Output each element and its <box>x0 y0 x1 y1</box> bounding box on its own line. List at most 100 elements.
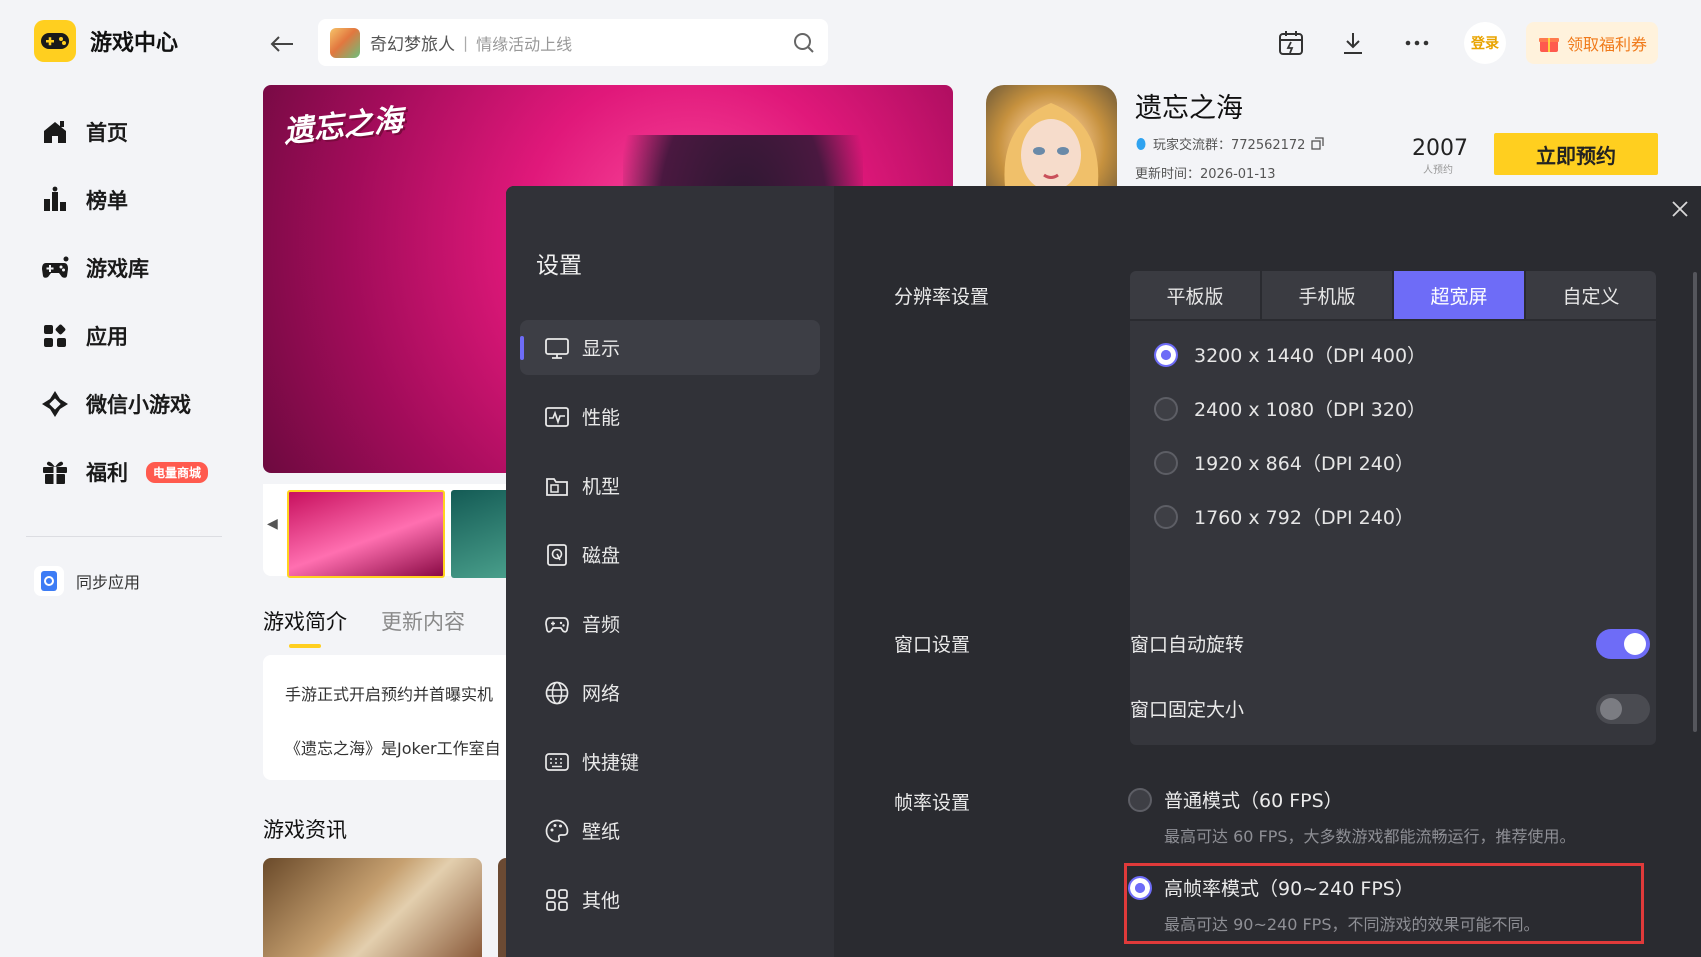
claim-coupon-label: 领取福利券 <box>1566 35 1647 54</box>
settings-nav-network[interactable]: 网络 <box>520 665 820 720</box>
sidebar-item-label: 福利 <box>86 461 128 485</box>
sidebar-item-welfare[interactable]: 福利 电量商城 <box>40 438 209 506</box>
sidebar-item-game-library[interactable]: 游戏库 <box>40 234 208 302</box>
settings-nav-other[interactable]: 其他 <box>520 872 820 927</box>
resolution-option[interactable]: 1920 x 864（DPI 240） <box>1154 449 1414 476</box>
close-icon <box>1672 201 1688 217</box>
gamepad-icon <box>42 256 69 278</box>
settings-nav-performance[interactable]: 性能 <box>520 389 820 444</box>
game-cover-image <box>986 85 1117 195</box>
window-section-label: 窗口设置 <box>894 634 971 656</box>
tab-game-intro[interactable]: 游戏简介 <box>263 606 347 648</box>
content-tabs: 游戏简介 更新内容 <box>263 606 465 648</box>
resolution-option[interactable]: 2400 x 1080（DPI 320） <box>1154 395 1426 422</box>
sync-app-icon <box>34 566 64 596</box>
tab-phone[interactable]: 手机版 <box>1262 271 1392 319</box>
tab-tablet[interactable]: 平板版 <box>1130 271 1260 319</box>
reservation-label: 人预约 <box>1423 165 1453 176</box>
back-button[interactable] <box>264 26 300 62</box>
resolution-option-label: 1920 x 864（DPI 240） <box>1194 453 1414 475</box>
settings-nav-label: 快捷键 <box>582 752 640 774</box>
search-separator: | <box>463 33 469 52</box>
sidebar-item-wechat-minigame[interactable]: 微信小游戏 <box>40 370 208 438</box>
performance-icon <box>545 406 569 427</box>
login-button[interactable]: 登录 <box>1464 22 1506 64</box>
settings-nav-audio[interactable]: 音频 <box>520 596 820 651</box>
auto-rotate-label: 窗口自动旋转 <box>1130 634 1245 656</box>
auto-rotate-toggle[interactable] <box>1596 629 1650 659</box>
close-button[interactable] <box>1667 196 1693 222</box>
player-group-label: 玩家交流群：772562172 <box>1153 138 1306 153</box>
player-group-info: 玩家交流群：772562172 <box>1135 134 1325 153</box>
update-time: 更新时间：2026-01-13 <box>1135 167 1276 182</box>
media-thumbnail[interactable] <box>451 490 513 578</box>
minigame-icon <box>42 391 68 417</box>
settings-scrollbar[interactable] <box>1693 272 1697 732</box>
disk-icon <box>547 543 567 566</box>
reservation-count: 2007 人预约 <box>1412 136 1468 176</box>
settings-nav-device-model[interactable]: 机型 <box>520 458 820 513</box>
globe-icon <box>545 681 569 704</box>
settings-nav-label: 磁盘 <box>582 545 621 567</box>
radio-button[interactable] <box>1128 788 1152 812</box>
hero-game-logo: 遗忘之海 <box>281 102 405 151</box>
fixed-size-toggle[interactable] <box>1596 694 1650 724</box>
radio-button[interactable] <box>1154 504 1178 529</box>
download-button[interactable] <box>1334 24 1372 62</box>
sidebar-item-label: 应用 <box>86 325 128 349</box>
calendar-button[interactable] <box>1272 24 1310 62</box>
sync-apps-button[interactable]: 同步应用 <box>34 566 140 596</box>
toggle-knob <box>1624 633 1646 655</box>
search-bar[interactable]: 奇幻梦旅人 | 情缘活动上线 <box>318 19 828 66</box>
search-icon[interactable] <box>792 31 816 55</box>
keyboard-icon <box>545 752 569 771</box>
thumbnail-prev-icon[interactable]: ◀ <box>267 516 278 532</box>
settings-nav: 显示 性能 机型 磁盘 音频 网络 快捷键 壁纸 其他 <box>520 320 820 941</box>
news-image[interactable] <box>263 858 482 957</box>
settings-nav-shortcuts[interactable]: 快捷键 <box>520 734 820 789</box>
download-icon <box>1344 33 1362 54</box>
radio-button[interactable] <box>1154 342 1178 367</box>
reservation-number: 2007 <box>1412 136 1468 161</box>
radio-button[interactable] <box>1154 450 1178 475</box>
search-hint: 情缘活动上线 <box>476 34 573 54</box>
settings-nav-label: 其他 <box>582 890 621 912</box>
tab-update-content[interactable]: 更新内容 <box>381 606 465 636</box>
media-thumbnail[interactable] <box>287 490 445 578</box>
sidebar-item-apps[interactable]: 应用 <box>40 302 208 370</box>
sidebar-item-ranking[interactable]: 榜单 <box>40 166 208 234</box>
resolution-tabs: 平板版 手机版 超宽屏 自定义 <box>1130 271 1656 319</box>
brand[interactable]: 游戏中心 <box>34 20 178 62</box>
fps-option-text: 普通模式（60 FPS） 最高可达 60 FPS，大多数游戏都能流畅运行，推荐使… <box>1164 786 1576 847</box>
settings-nav-display[interactable]: 显示 <box>520 320 820 375</box>
framerate-section-label: 帧率设置 <box>894 792 971 814</box>
gift-icon <box>43 461 67 484</box>
settings-nav-wallpaper[interactable]: 壁纸 <box>520 803 820 858</box>
device-model-icon <box>546 477 568 496</box>
fps-option-normal[interactable]: 普通模式（60 FPS） 最高可达 60 FPS，大多数游戏都能流畅运行，推荐使… <box>1128 786 1576 847</box>
apps-icon <box>44 324 66 347</box>
settings-nav-label: 音频 <box>582 614 621 636</box>
highlight-box <box>1124 863 1644 944</box>
sidebar-item-label: 游戏库 <box>86 257 149 281</box>
game-intro-box: 手游正式开启预约并首曝实机 《遗忘之海》是Joker工作室自 <box>263 655 513 780</box>
settings-nav-disk[interactable]: 磁盘 <box>520 527 820 582</box>
tab-custom[interactable]: 自定义 <box>1526 271 1656 319</box>
copy-icon[interactable] <box>1311 137 1325 150</box>
sidebar-item-home[interactable]: 首页 <box>40 98 208 166</box>
claim-coupon-button[interactable]: 领取福利券 <box>1526 22 1658 64</box>
radio-button[interactable] <box>1154 396 1178 421</box>
resolution-option[interactable]: 3200 x 1440（DPI 400） <box>1154 341 1426 368</box>
intro-line: 手游正式开启预约并首曝实机 <box>285 685 494 704</box>
reserve-now-button[interactable]: 立即预约 <box>1494 133 1658 175</box>
gamepad-logo-icon <box>34 20 76 62</box>
tab-ultrawide[interactable]: 超宽屏 <box>1394 271 1524 319</box>
resolution-option[interactable]: 1760 x 792（DPI 240） <box>1154 503 1414 530</box>
brand-title: 游戏中心 <box>90 31 179 56</box>
fps-option-title: 普通模式（60 FPS） <box>1164 790 1343 812</box>
settings-modal: 设置 显示 性能 机型 磁盘 音频 网络 快捷键 壁纸 其他 分辨率设置 平板版… <box>506 186 1701 957</box>
audio-gamepad-icon <box>545 616 569 633</box>
fixed-size-label: 窗口固定大小 <box>1130 699 1245 721</box>
settings-nav-label: 网络 <box>582 683 621 705</box>
more-button[interactable] <box>1398 24 1436 62</box>
